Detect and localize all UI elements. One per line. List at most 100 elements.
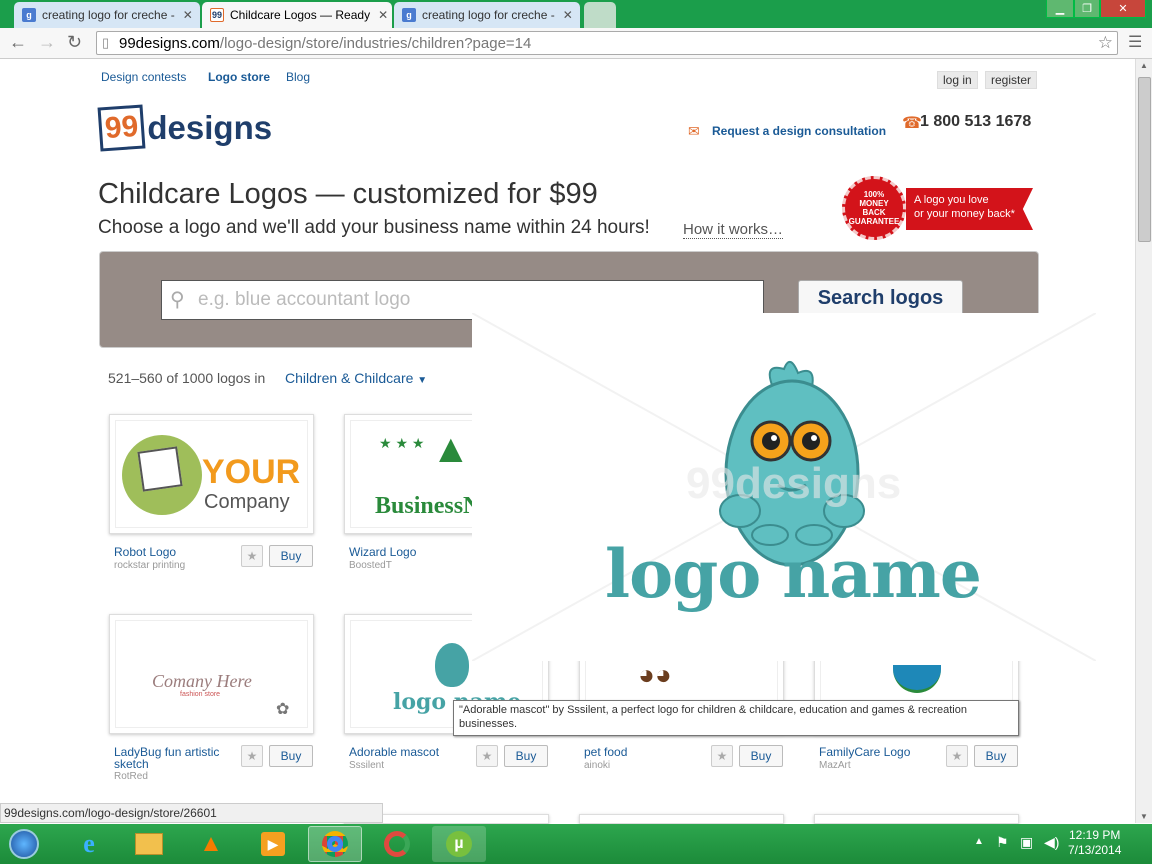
media-player-icon[interactable]: ▶ xyxy=(246,826,300,862)
back-icon[interactable]: ← xyxy=(9,32,27,53)
logo-wordmark: designs xyxy=(147,109,273,146)
logo-thumbnail[interactable]: Comany Here fashion store ✿ xyxy=(115,620,308,728)
logo-card[interactable]: YOUR Company xyxy=(109,414,314,534)
logo-thumbnail[interactable]: YOUR Company xyxy=(115,420,308,528)
close-icon[interactable]: ✕ xyxy=(175,8,193,22)
new-tab-button[interactable] xyxy=(584,2,616,28)
picasa-icon[interactable] xyxy=(370,826,424,862)
card-art-text: Comany Here xyxy=(152,671,252,691)
star-icon[interactable]: ★ xyxy=(946,745,968,767)
status-url: 99designs.com/logo-design/store/26601 xyxy=(0,803,383,823)
reload-icon[interactable]: ↻ xyxy=(67,32,82,53)
buy-button[interactable]: Buy xyxy=(739,745,783,767)
login-button[interactable]: log in xyxy=(937,71,978,89)
site-logo[interactable]: 99 designs xyxy=(97,104,273,152)
clock-date: 7/13/2014 xyxy=(1068,843,1122,857)
category-label: Children & Childcare xyxy=(285,370,414,386)
tab-title: Childcare Logos — Ready xyxy=(230,8,371,22)
star-icon[interactable]: ★ xyxy=(241,545,263,567)
page-subtitle: Choose a logo and we'll add your busines… xyxy=(98,217,650,238)
tab-title: creating logo for creche - xyxy=(422,8,555,22)
pet-faces-icon: ◕◕ xyxy=(638,659,672,690)
nav-design-contests[interactable]: Design contests xyxy=(101,70,186,84)
card-title[interactable]: FamilyCare Logo xyxy=(819,746,910,758)
maximize-icon[interactable]: ❐ xyxy=(1074,0,1100,18)
ladybug-icon: ✿ xyxy=(276,701,290,718)
action-center-flag-icon[interactable]: ⚑ xyxy=(996,834,1009,851)
browser-tab-3[interactable]: g creating logo for creche - ✕ xyxy=(394,2,580,28)
card-title[interactable]: pet food xyxy=(584,746,627,758)
bookmark-star-icon[interactable]: ☆ xyxy=(1098,33,1113,53)
buy-button[interactable]: Buy xyxy=(269,745,313,767)
browser-tab-bar: g creating logo for creche - ✕ 99 Childc… xyxy=(0,0,1152,28)
logo-card[interactable]: Comany Here fashion store ✿ xyxy=(109,614,314,734)
scroll-down-icon[interactable]: ▼ xyxy=(1140,812,1148,821)
star-icon[interactable]: ★ xyxy=(241,745,263,767)
card-author[interactable]: MazArt xyxy=(819,760,851,771)
consultation-link[interactable]: Request a design consultation xyxy=(712,124,886,138)
minimize-icon[interactable]: ▁ xyxy=(1046,0,1074,18)
card-title[interactable]: LadyBug fun artistic sketch xyxy=(114,746,239,770)
system-clock[interactable]: 12:19 PM 7/13/2014 xyxy=(1068,828,1121,858)
99designs-icon: 99 xyxy=(210,8,224,22)
google-icon: g xyxy=(22,8,36,22)
nav-blog[interactable]: Blog xyxy=(286,70,310,84)
forward-icon[interactable]: → xyxy=(38,32,56,53)
volume-icon[interactable]: ◀) xyxy=(1044,834,1059,851)
guarantee-line-1: A logo you love xyxy=(914,194,989,206)
card-author[interactable]: ainoki xyxy=(584,760,610,771)
preview-watermark: 99designs xyxy=(686,459,902,508)
category-dropdown[interactable]: Children & Childcare ▼ xyxy=(285,370,427,386)
results-count: 521–560 of 1000 logos in xyxy=(108,370,266,386)
scroll-up-icon[interactable]: ▲ xyxy=(1140,61,1148,70)
how-it-works-link[interactable]: How it works… xyxy=(683,221,784,239)
wizard-hat-icon: ▲ xyxy=(431,427,471,471)
mascot-icon xyxy=(435,643,469,687)
browser-toolbar: ← → ↻ ▯ 99designs.com/logo-design/store/… xyxy=(0,28,1152,59)
chrome-icon[interactable] xyxy=(308,826,362,862)
card-title[interactable]: Wizard Logo xyxy=(349,546,416,558)
address-bar[interactable]: ▯ 99designs.com/logo-design/store/indust… xyxy=(96,31,1118,55)
clock-time: 12:19 PM xyxy=(1069,828,1121,842)
caret-down-icon: ▼ xyxy=(417,375,428,386)
page-icon: ▯ xyxy=(102,35,110,50)
menu-icon[interactable]: ☰ xyxy=(1128,32,1142,52)
card-art-subtext: Company xyxy=(204,491,290,513)
logo-card[interactable] xyxy=(814,814,1019,824)
star-icon[interactable]: ★ xyxy=(711,745,733,767)
envelope-icon: ✉ xyxy=(688,123,700,139)
network-icon[interactable]: ▣ xyxy=(1020,834,1033,851)
tray-expand-icon[interactable]: ▲ xyxy=(974,836,984,847)
star-icon[interactable]: ★ xyxy=(476,745,498,767)
stars-icon: ★ ★ ★ xyxy=(379,435,425,451)
buy-button[interactable]: Buy xyxy=(269,545,313,567)
scrollbar[interactable]: ▲ ▼ xyxy=(1135,59,1152,823)
utorrent-icon[interactable]: µ xyxy=(432,826,486,862)
card-author[interactable]: rockstar printing xyxy=(114,560,185,571)
guarantee-seal: 100% MONEY BACK GUARANTEE xyxy=(842,176,906,240)
card-author[interactable]: BoostedT xyxy=(349,560,392,571)
logo-card[interactable] xyxy=(579,814,784,824)
buy-button[interactable]: Buy xyxy=(974,745,1018,767)
card-title[interactable]: Robot Logo xyxy=(114,546,176,558)
file-explorer-icon[interactable] xyxy=(122,826,176,862)
start-button[interactable] xyxy=(0,826,48,862)
close-icon[interactable]: ✕ xyxy=(555,8,573,22)
nav-logo-store[interactable]: Logo store xyxy=(208,70,270,84)
close-window-icon[interactable]: ✕ xyxy=(1100,0,1146,18)
preview-logo-text: logo name xyxy=(605,535,982,613)
search-button[interactable]: Search logos xyxy=(798,280,963,316)
phone-icon: ☎ xyxy=(902,115,922,132)
internet-explorer-icon[interactable]: e xyxy=(62,826,116,862)
vlc-icon[interactable]: ▲ xyxy=(184,826,238,862)
card-title[interactable]: Adorable mascot xyxy=(349,746,439,758)
register-button[interactable]: register xyxy=(985,71,1038,89)
close-icon[interactable]: ✕ xyxy=(370,8,388,22)
buy-button[interactable]: Buy xyxy=(504,745,548,767)
scrollbar-thumb[interactable] xyxy=(1138,77,1151,242)
browser-tab-1[interactable]: g creating logo for creche - ✕ xyxy=(14,2,200,28)
card-author[interactable]: RotRed xyxy=(114,771,148,782)
browser-tab-2[interactable]: 99 Childcare Logos — Ready ✕ xyxy=(202,2,392,28)
card-author[interactable]: Sssilent xyxy=(349,760,384,771)
guarantee-line-2: or your money back* xyxy=(914,208,1015,220)
